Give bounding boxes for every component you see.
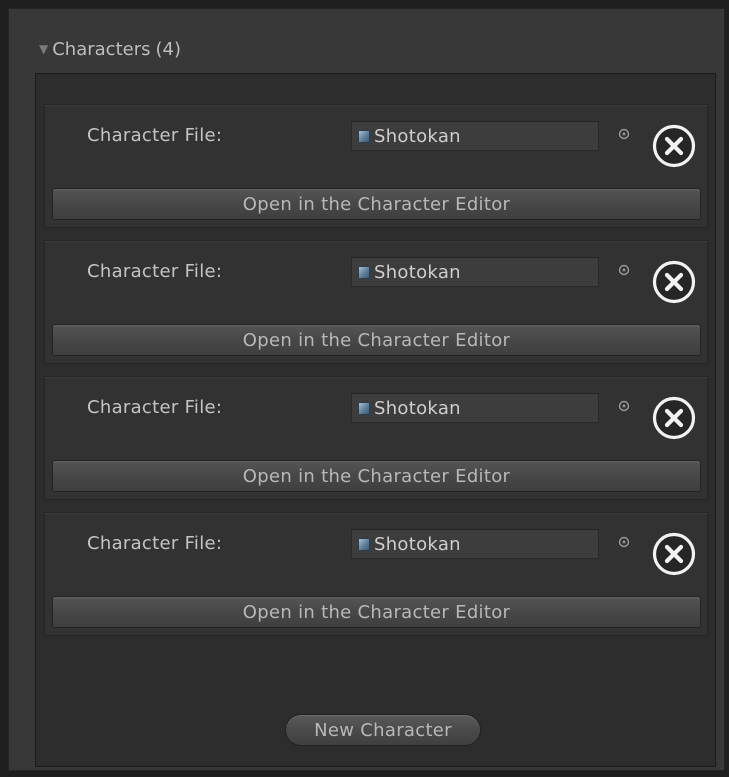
open-character-editor-button[interactable]: Open in the Character Editor: [52, 324, 701, 356]
open-character-editor-button[interactable]: Open in the Character Editor: [52, 460, 701, 492]
remove-character-button[interactable]: [649, 393, 699, 443]
foldout-title: Characters: [52, 38, 151, 60]
character-file-value: Shotokan: [374, 397, 461, 419]
scriptable-object-icon: [358, 401, 370, 415]
character-file-field[interactable]: Shotokan: [351, 393, 599, 423]
character-file-label: Character File:: [87, 125, 223, 146]
character-file-field[interactable]: Shotokan: [351, 257, 599, 287]
inspector-window: ▼ Characters (4) Character File: Shotoka…: [8, 8, 725, 771]
foldout-count: (4): [155, 38, 181, 60]
remove-character-button[interactable]: [649, 257, 699, 307]
character-file-label: Character File:: [87, 397, 223, 418]
open-character-editor-button[interactable]: Open in the Character Editor: [52, 596, 701, 628]
object-picker-icon[interactable]: [617, 535, 631, 549]
characters-foldout[interactable]: ▼ Characters (4): [39, 37, 181, 61]
remove-character-button[interactable]: [649, 121, 699, 171]
character-file-value: Shotokan: [374, 533, 461, 555]
character-entry: Character File: Shotokan Open in the Cha…: [44, 240, 708, 364]
object-picker-icon[interactable]: [617, 399, 631, 413]
character-file-value: Shotokan: [374, 125, 461, 147]
scriptable-object-icon: [358, 129, 370, 143]
object-picker-icon[interactable]: [617, 127, 631, 141]
close-circle-icon: [652, 532, 696, 576]
remove-character-button[interactable]: [649, 529, 699, 579]
characters-list: Character File: Shotokan Open in the Cha…: [35, 73, 716, 767]
new-character-button[interactable]: New Character: [285, 714, 481, 746]
scriptable-object-icon: [358, 265, 370, 279]
character-entry: Character File: Shotokan Open in the Cha…: [44, 376, 708, 500]
triangle-down-icon[interactable]: ▼: [39, 43, 48, 55]
character-entry: Character File: Shotokan Open in the Cha…: [44, 104, 708, 228]
character-file-field[interactable]: Shotokan: [351, 529, 599, 559]
character-entry: Character File: Shotokan Open in the Cha…: [44, 512, 708, 636]
close-circle-icon: [652, 124, 696, 168]
object-picker-icon[interactable]: [617, 263, 631, 277]
open-character-editor-button[interactable]: Open in the Character Editor: [52, 188, 701, 220]
character-file-label: Character File:: [87, 261, 223, 282]
character-file-value: Shotokan: [374, 261, 461, 283]
character-file-label: Character File:: [87, 533, 223, 554]
close-circle-icon: [652, 260, 696, 304]
close-circle-icon: [652, 396, 696, 440]
scriptable-object-icon: [358, 537, 370, 551]
character-file-field[interactable]: Shotokan: [351, 121, 599, 151]
